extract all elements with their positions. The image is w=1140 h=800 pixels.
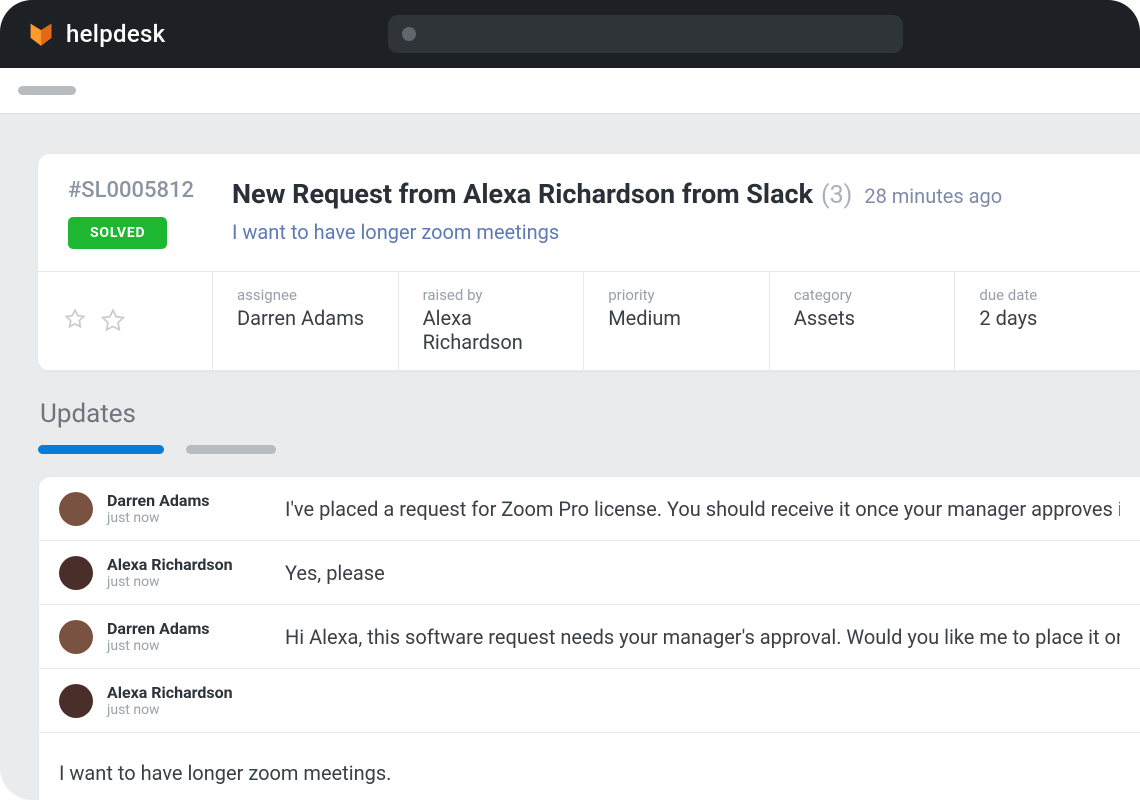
logo-icon xyxy=(28,21,54,47)
meta-value: Darren Adams xyxy=(237,306,374,330)
meta-value: Alexa Richardson xyxy=(423,306,560,354)
update-text: Hi Alexa, this software request needs yo… xyxy=(285,625,1120,649)
meta-label: raised by xyxy=(423,286,560,304)
avatar xyxy=(59,492,93,526)
ticket-card: #SL0005812 SOLVED New Request from Alexa… xyxy=(38,154,1140,371)
ticket-meta-row: assignee Darren Adams raised by Alexa Ri… xyxy=(38,271,1140,371)
updates-list: Darren Adams just now I've placed a requ… xyxy=(38,476,1140,800)
tab-inactive[interactable] xyxy=(186,445,276,454)
update-row[interactable]: Darren Adams just now I've placed a requ… xyxy=(39,477,1140,541)
ticket-title-col: New Request from Alexa Richardson from S… xyxy=(232,178,1110,249)
author-col: Alexa Richardson just now xyxy=(107,555,271,590)
update-row[interactable]: Darren Adams just now Hi Alexa, this sof… xyxy=(39,605,1140,669)
meta-value: 2 days xyxy=(979,306,1116,330)
author-name: Darren Adams xyxy=(107,619,271,638)
author-time: just now xyxy=(107,574,271,590)
meta-category[interactable]: category Assets xyxy=(770,272,956,370)
star-icon[interactable] xyxy=(100,308,126,334)
meta-priority[interactable]: priority Medium xyxy=(584,272,770,370)
meta-label: due date xyxy=(979,286,1116,304)
author-time: just now xyxy=(107,702,271,718)
ticket-id-col: #SL0005812 SOLVED xyxy=(68,178,194,249)
breadcrumb-placeholder xyxy=(18,86,76,95)
author-name: Darren Adams xyxy=(107,491,271,510)
search-wrap xyxy=(179,15,1112,53)
meta-label: priority xyxy=(608,286,745,304)
meta-value: Assets xyxy=(794,306,931,330)
meta-label: category xyxy=(794,286,931,304)
pin-icon[interactable] xyxy=(62,308,88,334)
brand-name: helpdesk xyxy=(66,20,165,48)
meta-assignee[interactable]: assignee Darren Adams xyxy=(213,272,399,370)
update-row[interactable]: Alexa Richardson just now Yes, please xyxy=(39,541,1140,605)
author-col: Darren Adams just now xyxy=(107,619,271,654)
meta-raised-by[interactable]: raised by Alexa Richardson xyxy=(399,272,585,370)
meta-due-date[interactable]: due date 2 days xyxy=(955,272,1140,370)
ticket-age: 28 minutes ago xyxy=(864,184,1002,208)
top-bar: helpdesk xyxy=(0,0,1140,68)
app-window: helpdesk #SL0005812 SOLVED New Request f… xyxy=(0,0,1140,800)
avatar xyxy=(59,620,93,654)
author-name: Alexa Richardson xyxy=(107,555,271,574)
ticket-header: #SL0005812 SOLVED New Request from Alexa… xyxy=(38,154,1140,271)
search-input[interactable] xyxy=(388,15,903,53)
content-area: #SL0005812 SOLVED New Request from Alexa… xyxy=(0,114,1140,800)
status-badge: SOLVED xyxy=(68,217,167,249)
search-icon xyxy=(402,27,416,41)
ticket-count: (3) xyxy=(821,181,852,210)
avatar xyxy=(59,556,93,590)
author-col: Alexa Richardson just now xyxy=(107,683,271,718)
secondary-bar xyxy=(0,68,1140,114)
meta-value: Medium xyxy=(608,306,745,330)
brand: helpdesk xyxy=(28,20,165,48)
author-col: Darren Adams just now xyxy=(107,491,271,526)
avatar xyxy=(59,684,93,718)
author-time: just now xyxy=(107,638,271,654)
ticket-title: New Request from Alexa Richardson from S… xyxy=(232,178,813,210)
ticket-body-text: I want to have longer zoom meetings. xyxy=(39,733,1140,800)
update-row[interactable]: Alexa Richardson just now xyxy=(39,669,1140,733)
author-time: just now xyxy=(107,510,271,526)
tab-active[interactable] xyxy=(38,445,164,454)
ticket-subtitle[interactable]: I want to have longer zoom meetings xyxy=(232,220,1110,244)
update-text: I've placed a request for Zoom Pro licen… xyxy=(285,497,1120,521)
author-name: Alexa Richardson xyxy=(107,683,271,702)
ticket-id: #SL0005812 xyxy=(68,178,194,203)
star-cell xyxy=(38,272,213,370)
updates-tabbar xyxy=(38,445,1140,454)
update-text: Yes, please xyxy=(285,561,385,585)
title-line: New Request from Alexa Richardson from S… xyxy=(232,178,1110,210)
updates-heading: Updates xyxy=(38,371,1140,445)
meta-label: assignee xyxy=(237,286,374,304)
